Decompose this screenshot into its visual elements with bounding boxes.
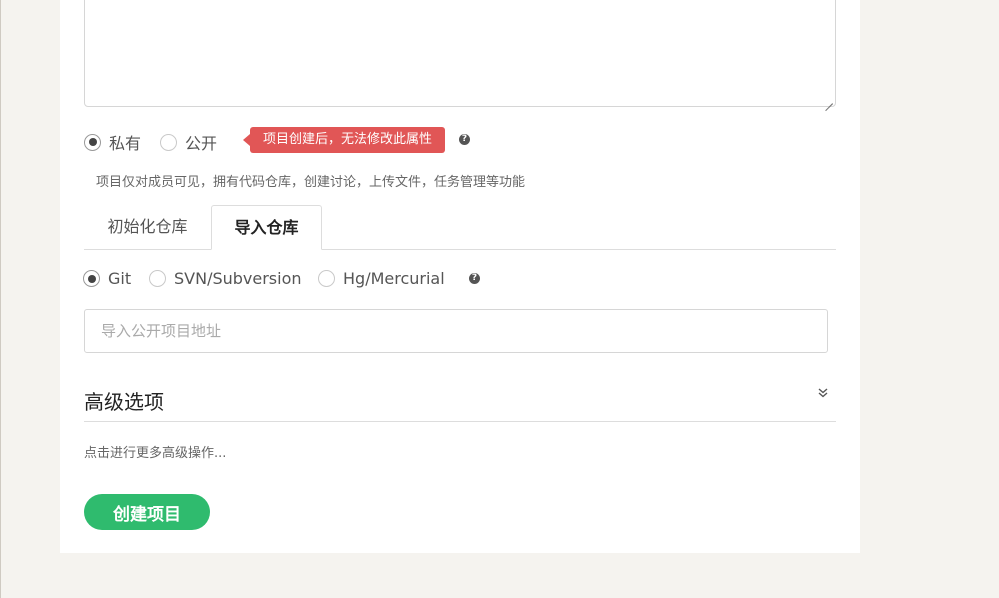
advanced-options-toggle[interactable]: 高级选项 [84,376,836,422]
radio-git-label: Git [108,269,132,288]
radio-svn-label: SVN/Subversion [174,269,302,288]
question-icon[interactable]: ? [459,134,470,145]
visibility-description: 项目仅对成员可见，拥有代码仓库，创建讨论，上传文件，任务管理等功能 [96,175,526,190]
project-description-textarea[interactable] [84,0,836,107]
radio-private-circle[interactable] [84,133,101,151]
radio-git[interactable]: Git [83,269,131,288]
radio-public[interactable]: 公开 [160,130,217,154]
page-left-border [0,0,1,598]
radio-public-circle[interactable] [160,133,177,151]
radio-git-circle[interactable] [83,270,100,287]
advanced-options-hint: 点击进行更多高级操作... [84,446,227,461]
radio-private[interactable]: 私有 [84,130,141,154]
repo-tabs: 初始化仓库 导入仓库 [84,205,836,250]
radio-public-label: 公开 [185,134,218,153]
visibility-warning-badge: 项目创建后，无法修改此属性 [242,127,446,153]
tab-init-repo[interactable]: 初始化仓库 [84,205,211,250]
chevron-double-down-icon[interactable] [818,388,828,398]
tab-import-repo[interactable]: 导入仓库 [211,205,322,250]
radio-hg-label: Hg/Mercurial [343,269,445,288]
create-project-form: 私有 公开 项目创建后，无法修改此属性 ? 项目仅对成员可见，拥有代码仓库，创建… [60,0,860,553]
radio-hg[interactable]: Hg/Mercurial [318,269,445,288]
question-icon[interactable]: ? [469,273,480,284]
create-project-button[interactable]: 创建项目 [84,494,210,530]
radio-svn[interactable]: SVN/Subversion [149,269,302,288]
radio-hg-circle[interactable] [318,270,335,287]
radio-private-label: 私有 [109,134,142,153]
resize-grip-icon[interactable] [825,96,833,104]
radio-svn-circle[interactable] [149,270,166,287]
advanced-options-title: 高级选项 [84,390,164,414]
import-url-input[interactable] [84,309,828,353]
